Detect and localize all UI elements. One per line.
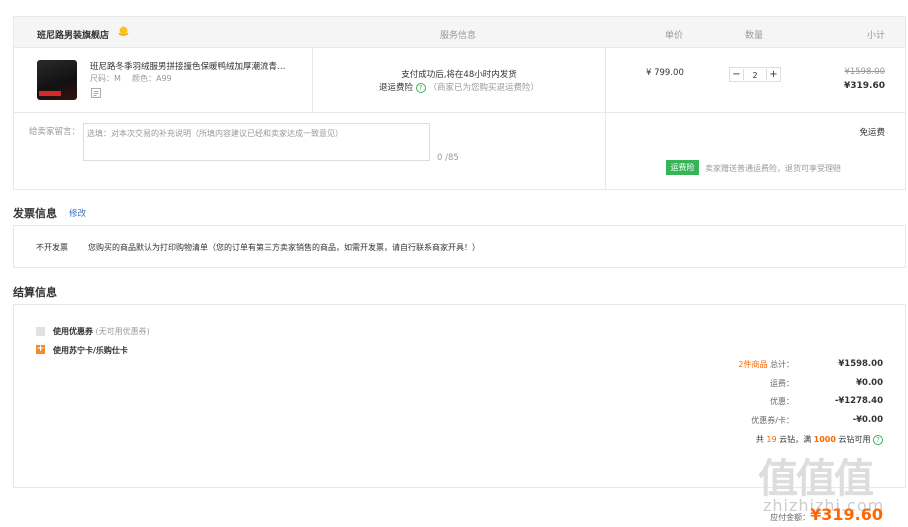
invoice-note: 您购买的商品默认为打印购物清单（您的订单有第三方卖家销售的商品，如需开发票，请自… — [88, 243, 480, 252]
seller-message-row: 给卖家留言： 选填：对本次交易的补充说明（所填内容建议已经和卖家达成一致意见） … — [13, 112, 906, 190]
qty-decrease-button[interactable]: − — [730, 69, 744, 80]
shipping-insurance-tag: 运费险 — [666, 160, 699, 175]
qty-value[interactable]: 2 — [744, 70, 766, 81]
original-subtotal: ¥1598.00 — [844, 67, 885, 77]
col-subtotal: 小计 — [866, 31, 885, 41]
points-count: 19 — [766, 435, 777, 444]
shipping-label: 运费： — [770, 379, 794, 388]
points-mid: 云钻，满 — [779, 435, 812, 444]
store-badge-icon — [118, 26, 129, 36]
points-threshold: 1000 — [813, 435, 836, 444]
payable-value: ¥319.60 — [810, 505, 883, 524]
coupon-label[interactable]: 使用优惠券 — [53, 327, 93, 336]
cart-item-row: 班尼路冬季羽绒服男拼接撞色保暖鸭绒加厚潮流青… 尺码：M 颜色：A99 支付成功… — [13, 47, 906, 113]
message-textarea[interactable]: 选填：对本次交易的补充说明（所填内容建议已经和卖家达成一致意见） — [83, 123, 430, 161]
total-label-line: 2件商品 总计： — [738, 359, 794, 370]
product-color: 颜色：A99 — [132, 74, 172, 83]
invoice-type: 不开发票 — [36, 243, 68, 252]
settle-title: 结算信息 — [13, 286, 57, 299]
card-expand-icon[interactable]: + — [36, 345, 45, 354]
discount-value: -¥1278.40 — [834, 396, 883, 406]
cart-header: 班尼路男装旗舰店 服务信息 单价 数量 小计 — [13, 16, 906, 48]
coupon-checkbox[interactable] — [36, 327, 45, 336]
shipping-fee: 免运费 — [859, 128, 885, 138]
product-title[interactable]: 班尼路冬季羽绒服男拼接撞色保暖鸭绒加厚潮流青… — [90, 60, 286, 72]
points-post: 云钻可用 — [838, 435, 871, 444]
unit-price: ¥ 799.00 — [646, 68, 684, 78]
insurance-line: 退运费险 ? （商家已为您购买退运费险） — [314, 81, 604, 93]
total-label: 总计： — [770, 360, 794, 369]
points-help-icon[interactable]: ? — [873, 434, 883, 445]
product-size: 尺码：M — [90, 74, 121, 83]
divider — [605, 113, 606, 190]
service-icon — [91, 88, 101, 98]
product-thumbnail[interactable] — [37, 60, 77, 100]
subtotal: ¥319.60 — [844, 81, 885, 91]
invoice-title: 发票信息 — [13, 207, 57, 220]
divider — [312, 48, 313, 112]
insurance-note: （商家已为您购买退运费险） — [428, 83, 539, 93]
coupon-note: (无可用优惠券) — [95, 327, 150, 336]
message-counter: 0 /85 — [437, 153, 459, 163]
coupon-line: 使用优惠券 (无可用优惠券) — [53, 326, 150, 337]
quantity-stepper: − 2 + — [729, 67, 781, 82]
col-price: 单价 — [665, 31, 684, 41]
shipping-insurance-note: 卖家赠送普通运费险，退货可享受理赔 — [705, 164, 841, 173]
coupon-card-value: -¥0.00 — [852, 415, 883, 425]
insurance-label: 退运费险 — [379, 83, 414, 93]
help-icon[interactable]: ? — [415, 82, 426, 93]
item-count: 2件商品 — [738, 360, 768, 369]
coupon-card-label: 优惠券/卡： — [751, 416, 794, 425]
discount-label: 优惠： — [770, 397, 794, 406]
card-label[interactable]: 使用苏宁卡/乐购仕卡 — [53, 345, 128, 356]
points-line: 共 19 云钻，满 1000 云钻可用 ? — [756, 434, 883, 445]
invoice-edit-link[interactable]: 修改 — [69, 207, 86, 219]
invoice-box: 不开发票 您购买的商品默认为打印购物清单（您的订单有第三方卖家销售的商品，如需开… — [13, 225, 906, 268]
payable-label: 应付金额： — [770, 513, 811, 522]
points-pre: 共 — [755, 435, 764, 444]
col-qty: 数量 — [745, 31, 764, 41]
delivery-promise: 支付成功后,将在48小时内发货 — [401, 70, 517, 80]
store-name[interactable]: 班尼路男装旗舰店 — [37, 28, 109, 41]
message-label: 给卖家留言： — [29, 127, 81, 137]
qty-increase-button[interactable]: + — [766, 69, 780, 80]
payable-total: 应付金额：¥319.60 — [770, 505, 883, 524]
divider — [605, 48, 606, 112]
shipping-value: ¥0.00 — [856, 378, 883, 388]
col-service: 服务信息 — [440, 31, 477, 41]
total-value: ¥1598.00 — [838, 359, 883, 369]
